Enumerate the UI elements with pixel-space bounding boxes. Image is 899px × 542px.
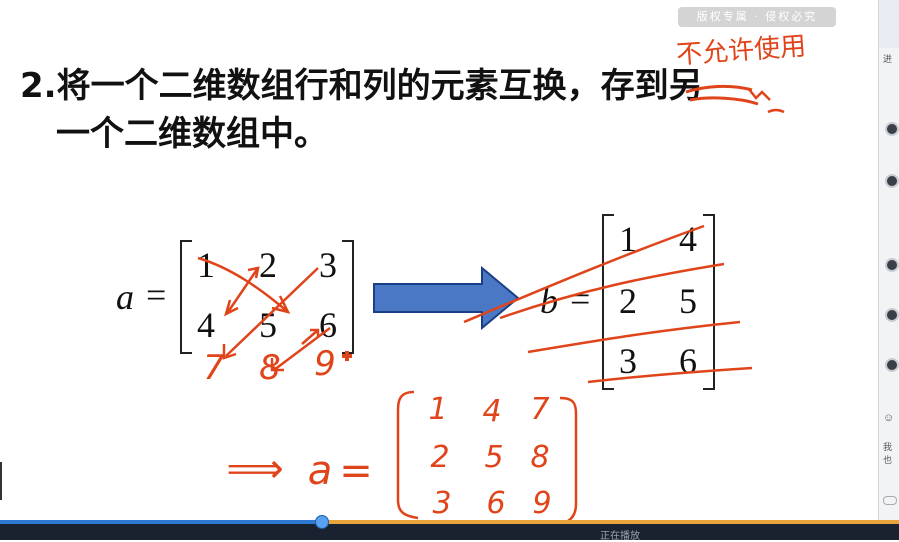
user-avatar[interactable] [885,308,899,322]
plus-mark [342,351,352,361]
user-avatar[interactable] [885,122,899,136]
chat-panel-header [879,0,899,48]
left-edge-mark [0,462,2,500]
slide-canvas: 版权专属 · 侵权必究 2.将一个二维数组行和列的元素互换，存到另 一个二维数组… [0,0,878,520]
chat-panel-top-text: 进 [883,54,893,64]
user-avatar[interactable] [885,174,899,188]
swap-arrow [270,327,331,372]
tilde-mark [767,108,785,114]
user-avatar[interactable] [885,358,899,372]
strike-mark [685,84,759,106]
user-avatar[interactable] [885,258,899,272]
progress-knob[interactable] [315,515,329,529]
swap-arrow [197,256,291,314]
progress-remaining[interactable] [322,520,899,524]
chat-input-text[interactable]: 我也 [883,440,899,466]
strike-line [499,262,725,320]
swap-arrow [222,267,319,360]
swap-arrow [224,266,260,317]
toggle-icon[interactable] [883,496,897,505]
handwritten-bracket [559,396,578,520]
handwritten-bracket [396,390,419,520]
progress-played[interactable] [0,520,322,524]
ink-layer [197,84,785,520]
emoji-icon[interactable]: ☺ [883,412,894,424]
strike-line [527,320,741,354]
blue-arrow [373,265,520,331]
strike-line [587,366,753,384]
chat-panel[interactable]: 进 ☺ 我也 [878,0,899,520]
